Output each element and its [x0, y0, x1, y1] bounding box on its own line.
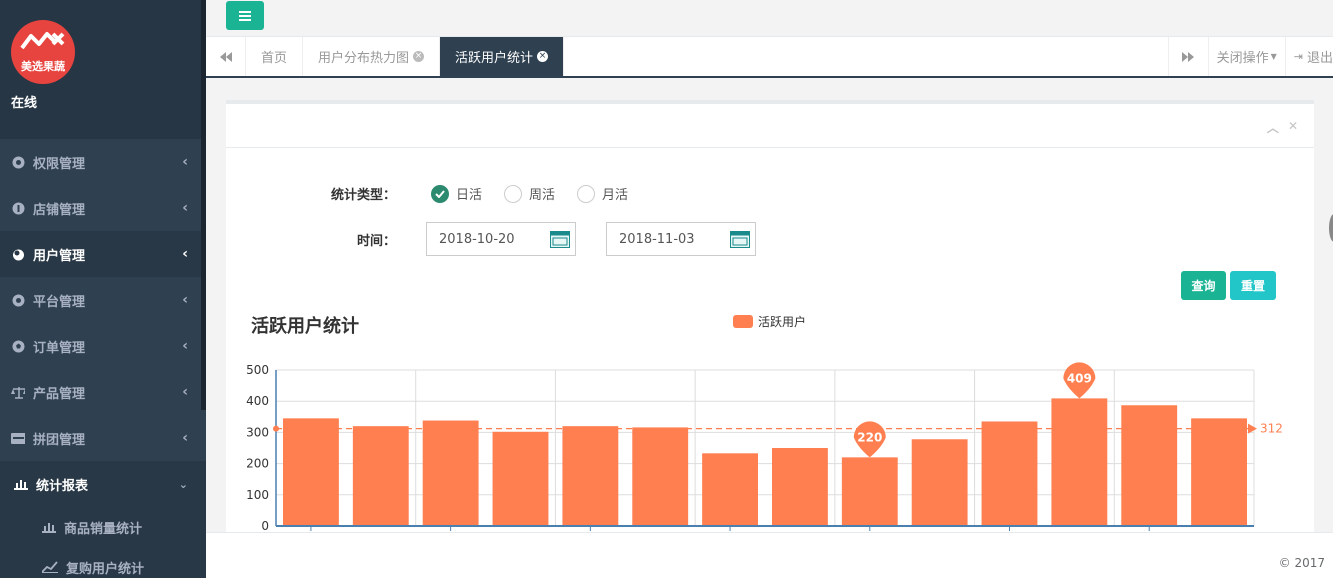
bar	[352, 426, 409, 526]
sidebar-item-label: 统计报表	[36, 478, 89, 494]
sidebar-item-group-buy[interactable]: 拼团管理 ‹	[0, 415, 206, 461]
tab-home[interactable]: 首页	[246, 37, 304, 76]
sidebar: 美选果蔬 在线 权限管理 ‹ 店铺管理 ‹ 用户管理 ‹ 平台管理 ‹ 订单管理…	[0, 0, 206, 578]
caret-down-icon: ▼	[1270, 52, 1277, 61]
online-status: 在线	[11, 96, 38, 111]
bar	[1191, 418, 1247, 526]
sidebar-item-label: 店铺管理	[33, 202, 86, 218]
tab-bar: 首页 用户分布热力图 × 活跃用户统计 × 关闭操作 ▼ ⇥ 退出	[206, 37, 1333, 78]
close-ops-label: 关闭操作	[1216, 51, 1269, 66]
double-left-arrow-icon	[219, 51, 232, 62]
bar-chart-icon	[42, 521, 56, 533]
sidebar-item-label: 拼团管理	[33, 432, 86, 448]
logout-button[interactable]: ⇥ 退出	[1284, 37, 1333, 76]
bar-chart-icon	[14, 477, 28, 491]
y-tick-label: 300	[246, 425, 269, 439]
chevron-left-icon: ‹	[182, 430, 188, 446]
sidebar-item-permission[interactable]: 权限管理 ‹	[0, 139, 206, 185]
content-panel: ︿ ✕ 统计类型： 日活 周活 月活 时间： 2018-10-20 2018-1…	[226, 100, 1314, 532]
side-handle[interactable]	[1329, 214, 1333, 242]
y-tick-label: 100	[246, 488, 269, 502]
sidebar-item-shop[interactable]: 店铺管理 ‹	[0, 185, 206, 231]
marker-label: 220	[857, 430, 882, 444]
chevron-left-icon: ‹	[182, 338, 188, 354]
bar	[981, 421, 1038, 526]
sidebar-item-label: 订单管理	[33, 340, 86, 356]
info-icon	[11, 201, 25, 215]
marker-label: 409	[1067, 371, 1092, 385]
fire-icon	[11, 247, 25, 261]
bar	[632, 427, 689, 526]
top-navbar	[206, 0, 1333, 37]
double-right-arrow-icon	[1182, 51, 1195, 62]
sidebar-item-products[interactable]: 产品管理 ‹	[0, 369, 206, 415]
bar	[772, 448, 828, 526]
logo: 美选果蔬	[11, 20, 75, 84]
footer: © 2017	[206, 532, 1333, 578]
sidebar-subitem-repurchase[interactable]: 复购用户统计	[0, 547, 206, 578]
sidebar-item-label: 权限管理	[33, 156, 86, 172]
close-icon[interactable]: ×	[537, 51, 549, 62]
average-label: 312	[1260, 422, 1283, 436]
sidebar-subitem-product-sales[interactable]: 商品销量统计	[0, 507, 206, 547]
balance-scale-icon	[11, 385, 25, 399]
bar	[702, 453, 758, 526]
bar	[562, 426, 619, 526]
sidebar-subitem-label: 复购用户统计	[66, 561, 145, 577]
tab-scroll-left-button[interactable]	[206, 37, 246, 76]
y-tick-label: 200	[246, 457, 269, 471]
bar	[1121, 405, 1178, 526]
bar	[283, 418, 339, 526]
hamburger-icon	[239, 10, 251, 21]
tab-heatmap[interactable]: 用户分布热力图 ×	[303, 37, 441, 76]
sidebar-item-orders[interactable]: 订单管理 ‹	[0, 323, 206, 369]
globe-icon	[11, 155, 25, 169]
tab-label: 用户分布热力图	[318, 51, 410, 66]
chevron-left-icon: ‹	[182, 384, 188, 400]
chevron-left-icon: ‹	[182, 246, 188, 262]
sidebar-subitem-label: 商品销量统计	[64, 521, 143, 537]
chevron-left-icon: ‹	[182, 200, 188, 216]
tab-label: 首页	[261, 51, 288, 66]
credit-card-icon	[11, 431, 25, 445]
tab-label: 活跃用户统计	[455, 51, 534, 66]
bar	[492, 431, 549, 526]
sidebar-item-platform[interactable]: 平台管理 ‹	[0, 277, 206, 323]
lifebuoy-icon	[11, 293, 25, 307]
bar	[841, 457, 898, 526]
chevron-left-icon: ‹	[182, 154, 188, 170]
logout-label: 退出	[1306, 51, 1333, 66]
sidebar-item-label: 产品管理	[33, 386, 86, 402]
average-line-start	[273, 425, 279, 432]
logo-text: 美选果蔬	[21, 60, 65, 73]
close-operations-dropdown[interactable]: 关闭操作 ▼	[1207, 37, 1285, 76]
sidebar-item-label: 用户管理	[33, 248, 86, 264]
soccer-ball-icon	[11, 339, 25, 353]
bar	[911, 439, 968, 526]
chevron-left-icon: ‹	[182, 292, 188, 308]
tab-right-tools: 关闭操作 ▼ ⇥ 退出	[1167, 37, 1333, 76]
copyright: © 2017	[1278, 556, 1325, 570]
chevron-down-icon: ⌄	[178, 477, 188, 491]
sidebar-item-label: 平台管理	[33, 294, 86, 310]
tab-active-users[interactable]: 活跃用户统计 ×	[440, 37, 565, 76]
sidebar-item-users[interactable]: 用户管理 ‹	[0, 231, 206, 277]
bar	[422, 420, 479, 526]
y-tick-label: 400	[246, 394, 269, 408]
y-tick-label: 0	[261, 519, 269, 532]
line-chart-icon	[42, 561, 58, 573]
y-tick-label: 500	[246, 363, 269, 377]
tab-scroll-right-button[interactable]	[1167, 37, 1208, 76]
menu-toggle-button[interactable]	[226, 1, 264, 30]
close-icon[interactable]: ×	[413, 51, 425, 62]
active-users-chart: 01002003004005002018-10-202018-10-222018…	[246, 362, 1283, 532]
sidebar-item-reports[interactable]: 统计报表 ⌄	[0, 461, 206, 507]
logo-icon	[20, 32, 65, 50]
sidebar-header: 美选果蔬 在线	[0, 0, 206, 139]
sign-out-icon: ⇥	[1293, 50, 1303, 63]
bar	[1051, 398, 1108, 526]
